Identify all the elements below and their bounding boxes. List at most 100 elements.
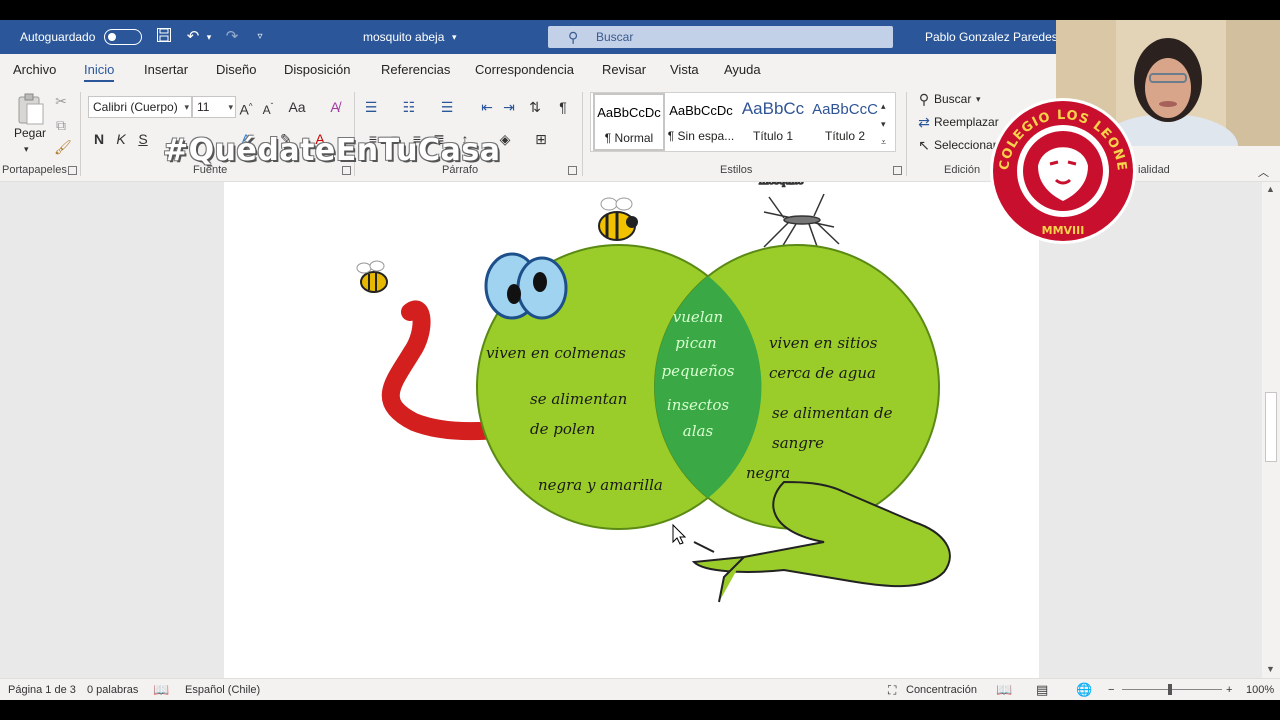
borders-icon[interactable]: ⊞ [532, 130, 550, 148]
scrollbar-thumb[interactable] [1265, 392, 1277, 462]
find-dropdown-icon[interactable]: ▾ [976, 90, 981, 108]
shrink-font-icon[interactable]: Aˇ [260, 98, 276, 119]
tab-ayuda[interactable]: Ayuda [724, 54, 761, 86]
font-name-box[interactable]: Calibri (Cuerpo) ▾ [88, 96, 192, 118]
style-preview: AaBbCc [741, 99, 805, 118]
zoom-in-icon[interactable]: + [1226, 679, 1232, 701]
page-count[interactable]: Página 1 de 3 [8, 679, 76, 701]
autosave-toggle[interactable] [104, 29, 142, 45]
find-icon[interactable]: ⚲ [916, 90, 932, 108]
chevron-down-icon: ▾ [184, 102, 189, 112]
increase-indent-icon[interactable]: ⇥ [500, 98, 518, 116]
format-painter-icon[interactable]: 🖌 [54, 138, 72, 156]
language[interactable]: Español (Chile) [185, 679, 260, 701]
undo-dropdown-icon[interactable]: ▾ [204, 27, 214, 47]
tab-insertar[interactable]: Insertar [144, 54, 188, 86]
select-icon[interactable]: ↖ [916, 136, 932, 154]
scroll-up-icon[interactable]: ▲ [1266, 184, 1275, 194]
style-normal[interactable]: AaBbCcDc ¶ Normal [593, 93, 665, 151]
style-no-spacing[interactable]: AaBbCcDc ¶ Sin espa... [665, 93, 737, 151]
styles-more-icon[interactable]: ⩡ [881, 133, 886, 151]
clear-formatting-icon[interactable]: A̸ [326, 98, 344, 116]
focus-icon[interactable]: ⛶ [888, 679, 896, 701]
read-mode-icon[interactable]: 📖 [996, 679, 1012, 701]
sort-icon[interactable]: ⇅ [526, 98, 544, 116]
tab-inicio[interactable]: Inicio [84, 54, 115, 86]
search-box[interactable]: ⚲ Buscar [548, 26, 893, 48]
group-divider [582, 92, 583, 176]
center-text-2: pican [675, 334, 716, 352]
undo-icon[interactable]: ↶ [183, 27, 203, 47]
group-divider [906, 92, 907, 176]
user-name[interactable]: Pablo Gonzalez Paredes [925, 20, 1058, 54]
group-divider [80, 92, 81, 176]
zoom-out-icon[interactable]: − [1108, 679, 1114, 701]
print-layout-icon[interactable]: ▤ [1036, 679, 1048, 701]
styles-gallery: AaBbCcDc ¶ Normal AaBbCcDc ¶ Sin espa...… [590, 92, 896, 152]
right-text-1: viven en sitios [769, 334, 878, 352]
styles-launcher-icon[interactable] [893, 166, 902, 175]
web-layout-icon[interactable]: 🌐 [1076, 679, 1092, 701]
proofing-icon[interactable]: 📖 [153, 679, 169, 701]
italic-button[interactable]: K [114, 130, 128, 148]
zoom-slider[interactable] [1122, 684, 1222, 695]
tab-archivo[interactable]: Archivo [13, 54, 56, 86]
style-heading-1[interactable]: AaBbCc Título 1 [737, 93, 809, 151]
styles-group-label: Estilos [720, 164, 753, 176]
tab-disposicion[interactable]: Disposición [284, 54, 350, 86]
document-title[interactable]: mosquito abeja [363, 20, 444, 54]
font-name-value: Calibri (Cuerpo) [93, 100, 178, 114]
font-size-box[interactable]: 11 ▾ [192, 96, 236, 118]
paste-dropdown-icon[interactable]: ▾ [24, 140, 29, 158]
paste-label[interactable]: Pegar [14, 126, 46, 140]
svg-text:mosquito: mosquito [759, 182, 804, 187]
scroll-down-icon[interactable]: ▼ [1266, 664, 1275, 674]
styles-scroll-down-icon[interactable]: ▾ [881, 115, 886, 133]
grow-font-icon[interactable]: A^ [238, 98, 254, 119]
decrease-indent-icon[interactable]: ⇤ [478, 98, 496, 116]
underline-button[interactable]: S [136, 130, 150, 148]
clipboard-group-label: Portapapeles [2, 164, 67, 176]
mouse-cursor-icon [672, 523, 687, 545]
style-heading-2[interactable]: AaBbCcC Título 2 [809, 93, 881, 151]
focus-mode[interactable]: Concentración [906, 679, 977, 701]
tab-diseno[interactable]: Diseño [216, 54, 256, 86]
save-icon[interactable] [154, 27, 174, 47]
redo-icon[interactable]: ↷ [222, 27, 242, 47]
venn-frog-illustration: mosquito [356, 182, 951, 603]
customize-qat-icon[interactable]: ▿ [254, 27, 266, 47]
cut-icon[interactable]: ✂ [54, 92, 68, 110]
multilevel-list-icon[interactable]: ☰ [438, 98, 456, 116]
frog-eyes [484, 252, 568, 320]
vertical-scrollbar[interactable]: ▲ ▼ [1262, 182, 1280, 678]
find-button[interactable]: Buscar [934, 92, 971, 106]
paragraph-launcher-icon[interactable] [568, 166, 577, 175]
bold-button[interactable]: N [92, 130, 106, 148]
mosquito-icon: mosquito [758, 182, 840, 253]
editing-group-label: Edición [944, 164, 981, 176]
copy-icon[interactable]: ⧉ [54, 116, 68, 134]
tab-revisar[interactable]: Revisar [602, 54, 646, 86]
zoom-slider-knob[interactable] [1168, 684, 1172, 695]
document-page: mosquito [224, 182, 1039, 678]
title-dropdown-icon[interactable]: ▾ [452, 20, 457, 54]
clipboard-launcher-icon[interactable] [68, 166, 77, 175]
replace-icon[interactable]: ⇄ [916, 113, 932, 131]
tab-vista[interactable]: Vista [670, 54, 699, 86]
right-text-4: sangre [772, 434, 824, 452]
paste-icon[interactable] [16, 92, 46, 126]
word-count[interactable]: 0 palabras [87, 679, 138, 701]
numbering-icon[interactable]: ☷ [400, 98, 418, 116]
collapse-ribbon-icon[interactable]: ︿ [1258, 164, 1269, 182]
center-text-4: insectos [667, 396, 729, 414]
left-text-1: viven en colmenas [486, 344, 626, 362]
bullets-icon[interactable]: ☰ [362, 98, 380, 116]
tab-correspondencia[interactable]: Correspondencia [475, 54, 574, 86]
show-marks-icon[interactable]: ¶ [554, 98, 572, 116]
search-icon: ⚲ [568, 29, 579, 45]
autosave-label: Autoguardado [20, 30, 96, 44]
tab-referencias[interactable]: Referencias [381, 54, 450, 86]
styles-scroll-up-icon[interactable]: ▴ [881, 97, 886, 115]
change-case-icon[interactable]: Aa [286, 98, 308, 116]
zoom-level[interactable]: 100% [1246, 679, 1274, 701]
